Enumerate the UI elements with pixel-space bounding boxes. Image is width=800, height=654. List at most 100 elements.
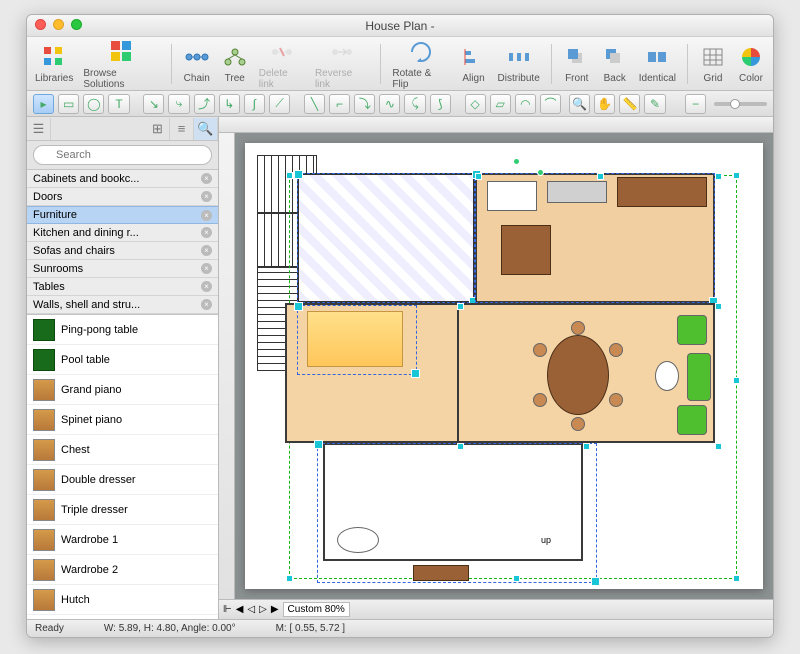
align-button[interactable]: Align <box>458 43 490 84</box>
close-icon[interactable]: × <box>201 263 212 274</box>
object-selection[interactable] <box>297 305 417 375</box>
category-item[interactable]: Kitchen and dining r...× <box>27 224 218 242</box>
hand-tool[interactable]: ✋ <box>594 94 615 114</box>
armchair[interactable] <box>677 315 707 345</box>
sidebar-tab-outline[interactable]: ☰ <box>27 118 51 140</box>
page-prev-button[interactable]: ◁ <box>247 604 255 615</box>
close-icon[interactable]: × <box>201 299 212 310</box>
line-tool-5[interactable]: ⤹ <box>404 94 425 114</box>
text-tool[interactable]: T <box>108 94 129 114</box>
line-tool-4[interactable]: ∿ <box>379 94 400 114</box>
horizontal-ruler[interactable] <box>219 117 773 133</box>
canvas-body: up <box>219 133 773 599</box>
connector-tool-6[interactable]: ⟋ <box>269 94 290 114</box>
zoom-window-button[interactable] <box>71 19 82 30</box>
object-selection[interactable] <box>297 173 475 303</box>
ellipse-tool[interactable]: ◯ <box>83 94 104 114</box>
chair[interactable] <box>609 393 623 407</box>
rotate-flip-button[interactable]: Rotate & Flip <box>390 38 451 90</box>
vertical-ruler[interactable] <box>219 133 235 599</box>
draw-tool-4[interactable]: ⌒ <box>540 94 561 114</box>
category-item[interactable]: Cabinets and bookc...× <box>27 170 218 188</box>
search-input[interactable] <box>33 145 212 165</box>
sidebar-tab-grid[interactable]: ⊞ <box>146 118 170 140</box>
connector-tool-1[interactable]: ↘ <box>143 94 164 114</box>
library-item[interactable]: Ping-pong table <box>27 315 218 345</box>
category-item[interactable]: Sunrooms× <box>27 260 218 278</box>
connector-tool-4[interactable]: ↳ <box>219 94 240 114</box>
library-item[interactable]: Spinet piano <box>27 405 218 435</box>
zoom-slider[interactable] <box>714 102 767 106</box>
scroll-button[interactable]: ⊩ <box>223 604 232 615</box>
close-icon[interactable]: × <box>201 245 212 256</box>
library-item[interactable]: Wardrobe 1 <box>27 525 218 555</box>
sidebar-tab-list[interactable]: ≡ <box>170 118 194 140</box>
close-window-button[interactable] <box>35 19 46 30</box>
sofa[interactable] <box>687 353 711 401</box>
armchair[interactable] <box>677 405 707 435</box>
table-dining[interactable] <box>547 335 609 415</box>
line-tool-3[interactable]: ⤵ <box>354 94 375 114</box>
minimize-window-button[interactable] <box>53 19 64 30</box>
browse-solutions-button[interactable]: Browse Solutions <box>81 38 161 90</box>
category-item[interactable]: Tables× <box>27 278 218 296</box>
chair[interactable] <box>571 417 585 431</box>
back-button[interactable]: Back <box>599 43 631 84</box>
close-icon[interactable]: × <box>201 173 212 184</box>
category-item[interactable]: Sofas and chairs× <box>27 242 218 260</box>
close-icon[interactable]: × <box>201 191 212 202</box>
tree-button[interactable]: Tree <box>219 43 251 84</box>
close-icon[interactable]: × <box>201 227 212 238</box>
line-tool-1[interactable]: ╲ <box>304 94 325 114</box>
measure-tool[interactable]: 📏 <box>619 94 640 114</box>
grid-button[interactable]: Grid <box>697 43 729 84</box>
floor-plan[interactable]: up <box>257 155 751 577</box>
pointer-tool[interactable]: ▸ <box>33 94 54 114</box>
chain-button[interactable]: Chain <box>181 43 213 84</box>
connector-tool-2[interactable]: ⤷ <box>168 94 189 114</box>
chair[interactable] <box>571 321 585 335</box>
titlebar[interactable]: House Plan - <box>27 15 773 37</box>
library-item[interactable]: Triple dresser <box>27 495 218 525</box>
chair[interactable] <box>533 393 547 407</box>
eyedropper-tool[interactable]: ✎ <box>644 94 665 114</box>
draw-tool-3[interactable]: ◠ <box>515 94 536 114</box>
library-item[interactable]: Hutch <box>27 585 218 615</box>
draw-tool-1[interactable]: ◇ <box>465 94 486 114</box>
page-first-button[interactable]: ◀ <box>236 604 244 615</box>
coffee-table[interactable] <box>655 361 679 391</box>
connector-tool-5[interactable]: ∫ <box>244 94 265 114</box>
library-item[interactable]: Chest <box>27 435 218 465</box>
chair[interactable] <box>609 343 623 357</box>
identical-button[interactable]: Identical <box>637 43 678 84</box>
canvas-viewport[interactable]: up <box>235 133 773 599</box>
color-button[interactable]: Color <box>735 43 767 84</box>
category-item-selected[interactable]: Furniture× <box>27 206 218 224</box>
object-selection[interactable] <box>475 173 715 303</box>
drawing-page[interactable]: up <box>245 143 763 589</box>
line-tool-6[interactable]: ⟆ <box>430 94 451 114</box>
category-item[interactable]: Walls, shell and stru...× <box>27 296 218 314</box>
sidebar-tab-search[interactable]: 🔍 <box>194 118 218 140</box>
page-last-button[interactable]: ▶ <box>271 604 279 615</box>
zoom-tool[interactable]: 🔍 <box>569 94 590 114</box>
rect-tool[interactable]: ▭ <box>58 94 79 114</box>
front-button[interactable]: Front <box>561 43 593 84</box>
chair[interactable] <box>533 343 547 357</box>
zoom-out-button[interactable]: − <box>685 94 706 114</box>
library-item[interactable]: Wardrobe 2 <box>27 555 218 585</box>
line-tool-2[interactable]: ⌐ <box>329 94 350 114</box>
page-next-button[interactable]: ▷ <box>259 604 267 615</box>
connector-tool-3[interactable]: ⤴ <box>194 94 215 114</box>
library-item[interactable]: Pool table <box>27 345 218 375</box>
draw-tool-2[interactable]: ▱ <box>490 94 511 114</box>
category-item[interactable]: Doors× <box>27 188 218 206</box>
library-item[interactable]: Grand piano <box>27 375 218 405</box>
close-icon[interactable]: × <box>201 281 212 292</box>
distribute-button[interactable]: Distribute <box>496 43 542 84</box>
object-selection[interactable] <box>317 443 597 583</box>
zoom-display[interactable]: Custom 80% <box>283 602 350 617</box>
libraries-button[interactable]: Libraries <box>33 43 75 84</box>
close-icon[interactable]: × <box>201 210 212 221</box>
library-item[interactable]: Double dresser <box>27 465 218 495</box>
